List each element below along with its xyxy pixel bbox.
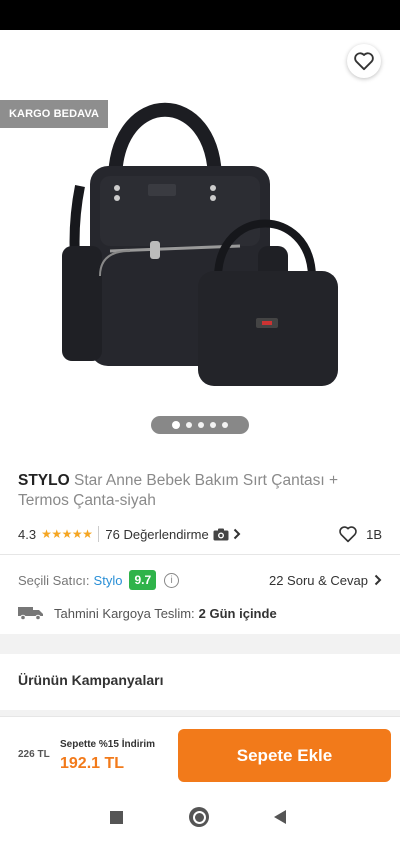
rating-value: 4.3 [18,526,37,542]
rating-stars: ★★★★★ [41,527,93,541]
reviews-link[interactable]: 76 Değerlendirme [105,526,241,542]
reviews-count: 76 Değerlendirme [105,526,209,542]
camera-icon [213,528,229,540]
discounted-price: 192.1 TL [60,755,125,772]
home-button[interactable] [189,807,209,827]
heart-icon [339,526,357,543]
gallery-pagination [151,416,249,434]
seller-score-badge: 9.7 [129,570,157,590]
heart-icon [354,52,374,71]
product-gallery[interactable]: KARGO BEDAVA [0,30,400,452]
pagination-dot[interactable] [186,422,192,428]
arrow-left-icon [21,52,41,70]
chevron-right-icon [233,528,241,540]
home-icon [192,810,206,824]
seller-row: Seçili Satıcı: Stylo 9.7 i 22 Soru & Cev… [18,569,382,591]
system-nav-bar [0,792,400,844]
favorite-button[interactable] [347,44,381,78]
purchase-bar: 226 TL Sepette %15 İndirim 192.1 TL Sepe… [0,716,400,793]
brand-name[interactable]: STYLO [18,472,70,489]
product-title: STYLO Star Anne Bebek Bakım Sırt Çantası… [18,471,378,511]
info-icon[interactable]: i [164,572,180,588]
delivery-label: Tahmini Kargoya Teslim: [54,605,195,621]
product-image [62,102,338,386]
divider [0,554,400,555]
recents-button[interactable] [110,811,123,824]
delivery-value: 2 Gün içinde [198,605,277,621]
pagination-dot[interactable] [198,422,204,428]
system-back-button[interactable] [274,810,286,824]
old-price: 226 TL [18,749,50,760]
share-button[interactable] [290,44,324,78]
campaigns-title: Ürünün Kampanyaları [18,672,164,688]
rating-row: 4.3 ★★★★★ 76 Değerlendirme 1B [18,524,382,544]
favorites-value: 1B [366,526,382,542]
seller-link[interactable]: Stylo [94,573,123,588]
seller-label: Seçili Satıcı: [18,572,90,588]
back-button[interactable] [14,44,48,78]
free-shipping-badge: KARGO BEDAVA [0,100,109,128]
share-icon [298,51,316,71]
delivery-row: Tahmini Kargoya Teslim: 2 Gün içinde [18,603,382,623]
qa-link[interactable]: 22 Soru & Cevap [269,573,382,588]
favorites-count[interactable]: 1B [338,525,382,543]
add-to-cart-button[interactable]: Sepete Ekle [178,729,391,782]
qa-label: 22 Soru & Cevap [268,572,368,588]
promo-label: Sepette %15 İndirim [60,739,156,750]
divider [98,526,100,542]
product-info: STYLO Star Anne Bebek Bakım Sırt Çantası… [0,452,400,634]
top-bar [0,30,400,92]
status-bar [0,0,400,30]
pagination-dot[interactable] [222,422,228,428]
chevron-right-icon [374,574,382,586]
pagination-dot[interactable] [172,421,180,429]
campaigns-section[interactable]: Ürünün Kampanyaları [0,654,400,710]
pagination-dot[interactable] [210,422,216,428]
truck-icon [18,607,43,620]
